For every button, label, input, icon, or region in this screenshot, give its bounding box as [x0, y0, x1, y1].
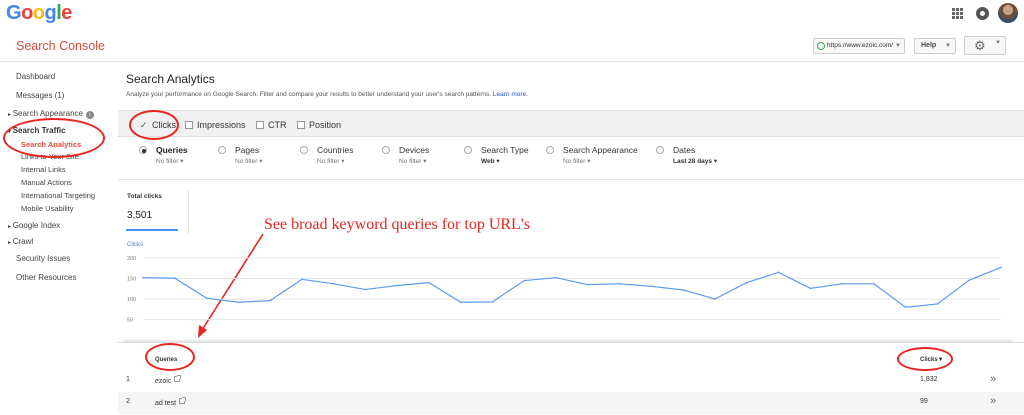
data-point: [745, 281, 748, 284]
data-point: [301, 278, 303, 281]
data-point: [237, 301, 240, 304]
annotation-circle: [3, 118, 105, 158]
data-point: [777, 271, 780, 274]
y-tick-label: 100: [127, 297, 136, 303]
data-point: [904, 306, 907, 308]
annotation-circle: [129, 110, 179, 140]
series-line-clicks: [142, 266, 1002, 308]
data-point: [618, 283, 621, 285]
external-link-icon[interactable]: [174, 375, 182, 382]
data-point: [841, 283, 843, 285]
data-point: [1000, 266, 1002, 269]
y-tick-label: 50: [127, 318, 133, 324]
data-point: [650, 285, 653, 288]
data-point: [682, 289, 685, 291]
table-row[interactable]: 1 ezoic 1,832 »: [118, 370, 1024, 392]
chart-series-label: Clicks: [127, 242, 143, 248]
table-row[interactable]: 2 ad test 99 »: [118, 392, 1024, 414]
data-point: [364, 288, 367, 291]
y-tick-label: 150: [127, 277, 136, 283]
query-cell[interactable]: ezoic: [155, 375, 182, 385]
clicks-cell: 99: [920, 398, 928, 405]
data-point: [968, 279, 971, 281]
table-header: Queries Clicks▼: [118, 342, 1024, 370]
data-point: [523, 279, 526, 282]
row-index: 2: [126, 398, 130, 405]
clicks-cell: 1,832: [920, 376, 938, 383]
data-point: [459, 301, 462, 304]
annotation-circle: [145, 343, 195, 371]
clicks-line-chart: 200 150 100 50: [123, 256, 1013, 342]
data-point: [205, 297, 208, 299]
row-index: 1: [126, 376, 130, 383]
y-tick-label: 200: [127, 256, 136, 262]
data-point: [587, 283, 589, 286]
annotation-circle: [897, 347, 953, 371]
data-point: [555, 276, 557, 279]
data-point: [428, 281, 430, 284]
query-cell[interactable]: ad test: [155, 397, 187, 407]
data-point: [142, 276, 144, 279]
data-point: [714, 298, 716, 300]
expand-row-icon[interactable]: »: [990, 373, 996, 385]
data-point: [269, 299, 271, 302]
data-point: [491, 301, 494, 303]
external-link-icon[interactable]: [179, 397, 187, 404]
data-point: [809, 287, 812, 290]
data-point: [396, 284, 399, 287]
data-point: [332, 283, 335, 285]
data-point: [173, 277, 176, 279]
expand-row-icon[interactable]: »: [990, 395, 996, 407]
data-point: [873, 283, 875, 285]
data-point: [936, 303, 939, 305]
